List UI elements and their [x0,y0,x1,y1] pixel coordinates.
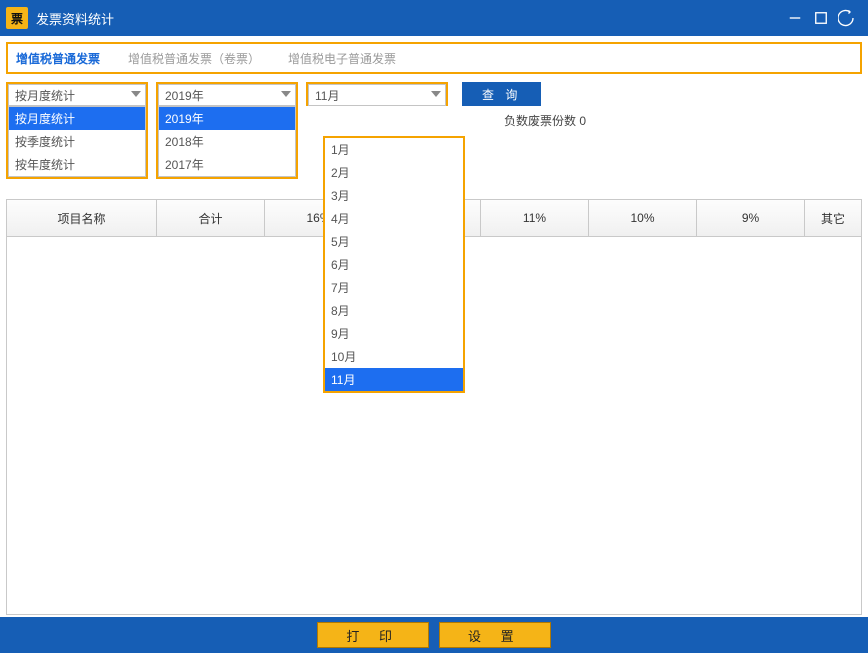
month-combo[interactable]: 11月 [308,84,446,106]
month-option[interactable]: 1月 [325,138,463,161]
period-combo[interactable]: 按月度统计 [8,84,146,106]
back-button[interactable] [834,5,860,31]
year-option[interactable]: 2019年 [159,107,295,130]
month-option[interactable]: 5月 [325,230,463,253]
minimize-icon [786,9,804,27]
month-option[interactable]: 8月 [325,299,463,322]
period-option[interactable]: 按年度统计 [9,153,145,176]
month-option[interactable]: 2月 [325,161,463,184]
table-col-9pct: 9% [697,200,805,236]
year-combo[interactable]: 2019年 [158,84,296,106]
month-option[interactable]: 11月 [325,368,463,391]
period-combo-group: 按月度统计 按月度统计 按季度统计 按年度统计 [6,82,148,179]
chevron-down-icon [431,88,441,102]
table-col-other: 其它 [805,200,861,236]
tab-vat-general[interactable]: 增值税普通发票 [16,50,100,67]
year-option[interactable]: 2018年 [159,130,295,153]
print-button[interactable]: 打 印 [317,622,429,648]
maximize-icon [812,9,830,27]
window-title: 发票资料统计 [36,9,114,28]
back-arrow-icon [838,9,856,27]
tab-vat-electronic-general[interactable]: 增值税电子普通发票 [288,50,396,67]
table-col-11pct: 11% [481,200,589,236]
search-button[interactable]: 查 询 [462,82,541,106]
month-dropdown-list: 1月 2月 3月 4月 5月 6月 7月 8月 9月 10月 11月 [323,136,465,393]
chevron-down-icon [131,88,141,102]
minimize-button[interactable] [782,5,808,31]
negative-invoice-count-label: 负数废票份数 0 [504,112,586,129]
maximize-button[interactable] [808,5,834,31]
content-area: 增值税普通发票 增值税普通发票（卷票） 增值税电子普通发票 按月度统计 按月度统… [0,36,868,617]
table-col-10pct: 10% [589,200,697,236]
tab-vat-general-roll[interactable]: 增值税普通发票（卷票） [128,50,260,67]
period-dropdown-list: 按月度统计 按季度统计 按年度统计 [8,106,146,177]
month-option[interactable]: 10月 [325,345,463,368]
chevron-down-icon [281,88,291,102]
year-combo-value: 2019年 [165,87,204,104]
app-logo: 票 [6,7,28,29]
period-option[interactable]: 按季度统计 [9,130,145,153]
period-option[interactable]: 按月度统计 [9,107,145,130]
month-combo-value: 11月 [315,87,339,104]
footer-bar: 打 印 设 置 [0,617,868,653]
month-option[interactable]: 4月 [325,207,463,230]
tabs-row: 增值税普通发票 增值税普通发票（卷票） 增值税电子普通发票 [6,42,862,74]
year-combo-group: 2019年 2019年 2018年 2017年 [156,82,298,179]
month-combo-group: 11月 [306,82,448,106]
year-option[interactable]: 2017年 [159,153,295,176]
table-col-total: 合计 [157,200,265,236]
month-option[interactable]: 9月 [325,322,463,345]
period-combo-value: 按月度统计 [15,87,75,104]
month-option[interactable]: 3月 [325,184,463,207]
settings-button[interactable]: 设 置 [439,622,551,648]
table-col-item-name: 项目名称 [7,200,157,236]
title-bar: 票 发票资料统计 [0,0,868,36]
year-dropdown-list: 2019年 2018年 2017年 [158,106,296,177]
month-option[interactable]: 7月 [325,276,463,299]
month-option[interactable]: 6月 [325,253,463,276]
